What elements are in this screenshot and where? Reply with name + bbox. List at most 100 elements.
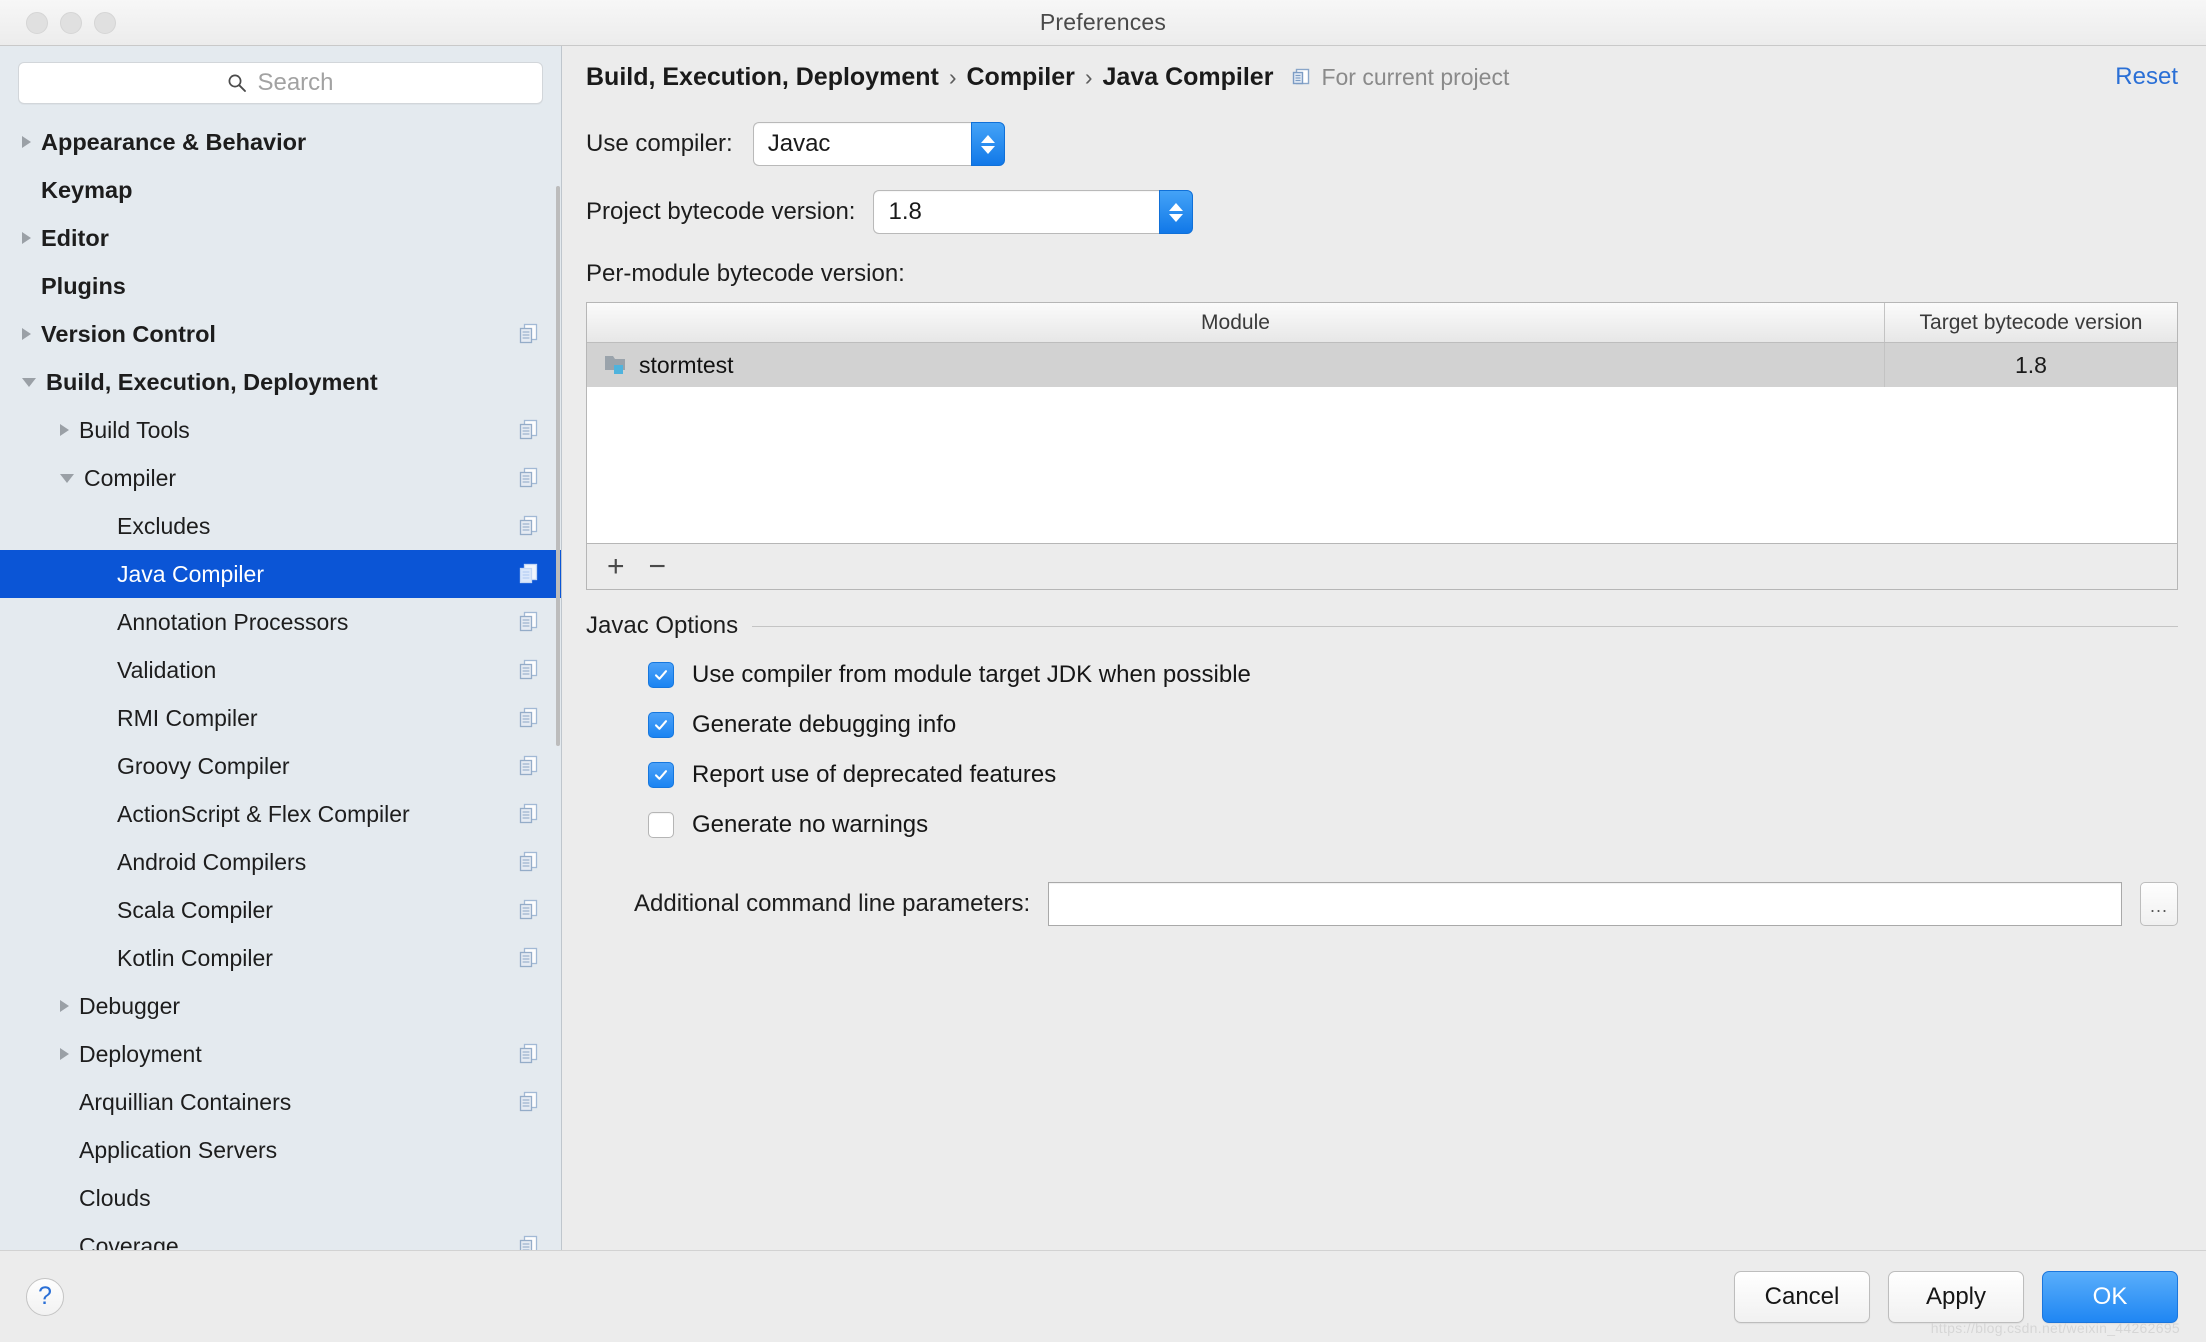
- javac-option-row[interactable]: Use compiler from module target JDK when…: [586, 650, 2178, 700]
- ok-button[interactable]: OK: [2042, 1271, 2178, 1323]
- javac-option-label: Generate debugging info: [692, 711, 956, 739]
- javac-option-row[interactable]: Report use of deprecated features: [586, 750, 2178, 800]
- table-body: stormtest 1.8: [587, 343, 2177, 543]
- add-module-button[interactable]: +: [607, 552, 625, 582]
- use-compiler-stepper[interactable]: [971, 122, 1005, 166]
- sidebar-item-compiler[interactable]: Compiler: [0, 454, 561, 502]
- sidebar-item-validation[interactable]: Validation: [0, 646, 561, 694]
- javac-options-group-header: Javac Options: [586, 612, 2178, 640]
- sidebar-item-actionscript-flex-compiler[interactable]: ActionScript & Flex Compiler: [0, 790, 561, 838]
- table-toolbar: + −: [586, 544, 2178, 590]
- preferences-window: Preferences Search Appearance & Behavior…: [0, 0, 2206, 1342]
- javac-option-label: Use compiler from module target JDK when…: [692, 661, 1251, 689]
- tree-indent-spacer: [60, 1150, 69, 1151]
- sidebar-item-plugins[interactable]: Plugins: [0, 262, 561, 310]
- checkbox-checked[interactable]: [648, 712, 674, 738]
- sidebar-item-appearance-behavior[interactable]: Appearance & Behavior: [0, 118, 561, 166]
- project-scope-icon: [519, 323, 539, 345]
- checkbox-checked[interactable]: [648, 662, 674, 688]
- chevron-right-icon[interactable]: [22, 136, 31, 148]
- checkmark-icon: [654, 668, 668, 682]
- chevron-down-icon[interactable]: [60, 474, 74, 483]
- sidebar-scrollbar[interactable]: [556, 46, 561, 1250]
- sidebar-item-android-compilers[interactable]: Android Compilers: [0, 838, 561, 886]
- tree-indent-spacer: [98, 526, 107, 527]
- table-header: Module Target bytecode version: [587, 303, 2177, 343]
- javac-option-label: Generate no warnings: [692, 811, 928, 839]
- sidebar-scroll-thumb[interactable]: [556, 186, 560, 746]
- additional-params-input[interactable]: [1048, 882, 2122, 926]
- project-scope-icon: [1291, 67, 1312, 88]
- sidebar-item-keymap[interactable]: Keymap: [0, 166, 561, 214]
- help-button[interactable]: ?: [26, 1278, 64, 1316]
- project-bytecode-combo[interactable]: 1.8: [873, 190, 1193, 234]
- sidebar-item-clouds[interactable]: Clouds: [0, 1174, 561, 1222]
- sidebar-item-label: Clouds: [79, 1185, 151, 1212]
- tree-indent-spacer: [60, 1102, 69, 1103]
- sidebar-item-version-control[interactable]: Version Control: [0, 310, 561, 358]
- sidebar-item-label: Build, Execution, Deployment: [46, 369, 378, 396]
- sidebar-item-build-tools[interactable]: Build Tools: [0, 406, 561, 454]
- cancel-button[interactable]: Cancel: [1734, 1271, 1870, 1323]
- column-header-module[interactable]: Module: [587, 303, 1885, 342]
- sidebar-item-label: Groovy Compiler: [117, 753, 290, 780]
- chevron-right-icon[interactable]: [22, 232, 31, 244]
- tree-indent-spacer: [22, 286, 31, 287]
- project-bytecode-label: Project bytecode version:: [586, 198, 855, 226]
- project-scope-icon: [519, 659, 539, 681]
- remove-module-button[interactable]: −: [649, 552, 667, 582]
- breadcrumb-part-0[interactable]: Build, Execution, Deployment: [586, 63, 939, 92]
- java-compiler-settings: Use compiler: Javac Project bytecode ver…: [562, 108, 2206, 1250]
- project-scope-icon: [519, 851, 539, 873]
- sidebar-item-arquillian-containers[interactable]: Arquillian Containers: [0, 1078, 561, 1126]
- use-compiler-combo[interactable]: Javac: [753, 122, 1005, 166]
- project-bytecode-stepper[interactable]: [1159, 190, 1193, 234]
- sidebar-item-annotation-processors[interactable]: Annotation Processors: [0, 598, 561, 646]
- breadcrumb: Build, Execution, Deployment › Compiler …: [562, 46, 2206, 108]
- table-row[interactable]: stormtest 1.8: [587, 343, 2177, 387]
- column-header-target[interactable]: Target bytecode version: [1885, 303, 2177, 342]
- tree-indent-spacer: [98, 574, 107, 575]
- sidebar-item-deployment[interactable]: Deployment: [0, 1030, 561, 1078]
- sidebar-item-label: Application Servers: [79, 1137, 277, 1164]
- breadcrumb-part-1[interactable]: Compiler: [967, 63, 1075, 92]
- tree-indent-spacer: [98, 718, 107, 719]
- sidebar-item-editor[interactable]: Editor: [0, 214, 561, 262]
- sidebar-item-kotlin-compiler[interactable]: Kotlin Compiler: [0, 934, 561, 982]
- checkbox-checked[interactable]: [648, 762, 674, 788]
- sidebar-item-build-execution-deployment[interactable]: Build, Execution, Deployment: [0, 358, 561, 406]
- chevron-right-icon[interactable]: [60, 424, 69, 436]
- project-scope-icon: [519, 1091, 539, 1113]
- sidebar-item-debugger[interactable]: Debugger: [0, 982, 561, 1030]
- javac-option-row[interactable]: Generate debugging info: [586, 700, 2178, 750]
- group-divider: [752, 626, 2178, 627]
- project-scope-icon: [519, 515, 539, 537]
- sidebar-item-label: Debugger: [79, 993, 180, 1020]
- project-bytecode-value: 1.8: [873, 190, 1159, 234]
- sidebar-item-label: Android Compilers: [117, 849, 306, 876]
- search-input[interactable]: Search: [18, 62, 543, 104]
- chevron-right-icon[interactable]: [60, 1048, 69, 1060]
- chevron-right-icon[interactable]: [60, 1000, 69, 1012]
- sidebar-item-rmi-compiler[interactable]: RMI Compiler: [0, 694, 561, 742]
- sidebar-item-java-compiler[interactable]: Java Compiler: [0, 550, 561, 598]
- javac-option-row[interactable]: Generate no warnings: [586, 800, 2178, 850]
- chevron-down-icon[interactable]: [22, 378, 36, 387]
- sidebar-item-scala-compiler[interactable]: Scala Compiler: [0, 886, 561, 934]
- javac-options-label: Javac Options: [586, 612, 738, 640]
- dialog-footer: ? CancelApplyOK https://blog.csdn.net/we…: [0, 1250, 2206, 1342]
- reset-link[interactable]: Reset: [2115, 63, 2178, 91]
- tree-indent-spacer: [60, 1198, 69, 1199]
- sidebar-item-excludes[interactable]: Excludes: [0, 502, 561, 550]
- sidebar-item-label: Validation: [117, 657, 216, 684]
- checkbox-unchecked[interactable]: [648, 812, 674, 838]
- sidebar-item-coverage[interactable]: Coverage: [0, 1222, 561, 1250]
- additional-params-browse-button[interactable]: ...: [2140, 882, 2178, 926]
- chevron-right-icon[interactable]: [22, 328, 31, 340]
- module-name: stormtest: [639, 352, 734, 379]
- apply-button[interactable]: Apply: [1888, 1271, 2024, 1323]
- checkmark-icon: [654, 718, 668, 732]
- sidebar-item-groovy-compiler[interactable]: Groovy Compiler: [0, 742, 561, 790]
- sidebar-item-label: Annotation Processors: [117, 609, 348, 636]
- sidebar-item-application-servers[interactable]: Application Servers: [0, 1126, 561, 1174]
